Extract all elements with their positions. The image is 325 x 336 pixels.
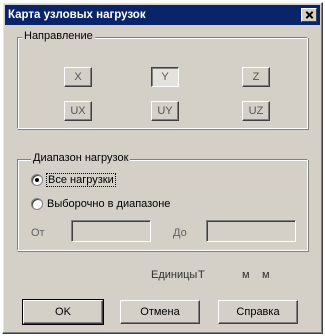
from-field[interactable]	[71, 220, 151, 242]
node-loads-dialog: Карта узловых нагрузок Направление X Y Z…	[2, 2, 323, 334]
direction-group-label: Направление	[22, 30, 95, 43]
selective-range-option[interactable]: Выборочно в диапазоне	[31, 196, 170, 212]
units-label: Единицы	[151, 269, 198, 281]
to-label: До	[173, 227, 187, 239]
selective-range-radio[interactable]	[31, 198, 43, 210]
direction-z-button[interactable]: Z	[242, 67, 270, 87]
direction-uz-button[interactable]: UZ	[242, 101, 270, 121]
help-button[interactable]: Справка	[218, 300, 298, 324]
units-force: Т	[198, 269, 205, 281]
all-loads-option[interactable]: Все нагрузки	[31, 172, 116, 188]
window-title: Карта узловых нагрузок	[8, 9, 146, 21]
cancel-button[interactable]: Отмена	[120, 300, 200, 324]
all-loads-radio[interactable]	[31, 174, 43, 186]
direction-x-button[interactable]: X	[64, 67, 92, 87]
close-button[interactable]	[301, 8, 317, 22]
units-length-1: м	[242, 269, 250, 281]
selective-range-label: Выборочно в диапазоне	[47, 198, 171, 210]
title-bar[interactable]: Карта узловых нагрузок	[5, 5, 320, 25]
to-field[interactable]	[206, 220, 296, 242]
units-length-2: м	[262, 269, 270, 281]
close-icon	[305, 11, 314, 19]
ok-button[interactable]: OK	[22, 299, 104, 325]
direction-y-button[interactable]: Y	[151, 67, 179, 87]
from-label: От	[31, 227, 45, 239]
range-group-label: Диапазон нагрузок	[31, 152, 131, 165]
direction-uy-button[interactable]: UY	[151, 101, 179, 121]
direction-ux-button[interactable]: UX	[64, 101, 92, 121]
all-loads-label: Все нагрузки	[46, 173, 116, 187]
